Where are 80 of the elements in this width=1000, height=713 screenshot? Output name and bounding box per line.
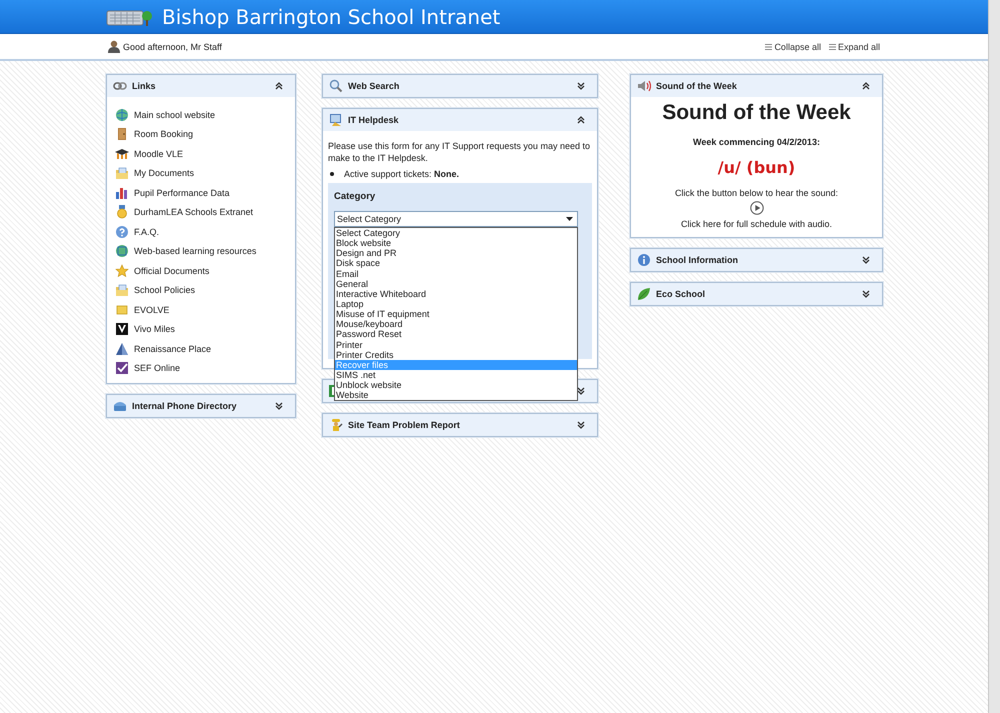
folder-icon xyxy=(115,283,129,298)
lines-icon xyxy=(765,44,772,50)
intro-text: Please use this form for any IT Support requests you may need to make to the IT Helpdesk. xyxy=(328,140,591,164)
chevron-icon[interactable] xyxy=(275,81,283,91)
link[interactable]: F.A.Q. xyxy=(134,226,160,237)
sound-heading: Sound of the Week xyxy=(661,101,852,125)
link[interactable]: Main school website xyxy=(134,110,216,120)
dropdown-option[interactable]: Printer xyxy=(335,340,577,350)
dropdown-option[interactable]: Block website xyxy=(335,238,577,248)
computer-icon xyxy=(329,113,343,127)
dropdown-option[interactable]: Website xyxy=(335,390,577,400)
site-title: Bishop Barrington School Intranet xyxy=(162,4,500,28)
search-icon xyxy=(329,79,343,93)
dropdown-option[interactable]: Interactive Whiteboard xyxy=(335,288,577,299)
dropdown-option[interactable]: Printer Credits xyxy=(335,350,577,360)
dropdown-option[interactable]: Password Reset xyxy=(335,329,577,340)
chevron-icon[interactable] xyxy=(862,255,870,265)
link[interactable]: SEF Online xyxy=(134,363,180,374)
toolbar-link[interactable]: Collapse all xyxy=(765,42,821,52)
link[interactable]: Room Booking xyxy=(134,129,194,140)
chevron-icon[interactable] xyxy=(577,386,585,396)
dropdown-option[interactable]: Email xyxy=(335,268,577,279)
medal-icon xyxy=(115,205,129,220)
dropdown-option[interactable]: Disk space xyxy=(335,258,577,269)
ticket-status: Active support tickets: None. xyxy=(344,169,460,179)
help-icon xyxy=(115,224,129,239)
emblem-icon xyxy=(115,322,129,336)
dropdown-option[interactable]: Unblock website xyxy=(335,380,577,390)
link[interactable]: Web-based learning resources xyxy=(134,246,256,256)
link[interactable]: EVOLVE xyxy=(134,304,170,315)
globe-icon xyxy=(115,108,129,122)
dropdown-option[interactable]: Mouse/keyboard xyxy=(335,319,577,330)
pyramid-icon xyxy=(115,342,129,356)
dropdown-option[interactable]: General xyxy=(335,278,577,289)
instruction-text: Click the button below to hear the sound: xyxy=(674,188,840,198)
avatar-icon xyxy=(108,40,120,53)
caret-icon xyxy=(566,217,573,221)
dropdown-option[interactable]: Misuse of IT equipment xyxy=(335,309,577,320)
folder-icon xyxy=(115,166,129,180)
chevron-icon[interactable] xyxy=(862,289,870,299)
bar-chart-icon xyxy=(115,186,129,200)
greeting-text: Good afternoon, Mr Staff xyxy=(123,42,222,52)
worker-icon xyxy=(329,418,343,432)
chevron-icon[interactable] xyxy=(577,115,585,125)
link[interactable]: My Documents xyxy=(134,168,194,178)
toolbar-link[interactable]: Expand all xyxy=(828,42,880,52)
chain-icon xyxy=(113,79,127,93)
dropdown-option[interactable]: Select Category xyxy=(335,228,577,238)
category-dropdown[interactable]: Select Category xyxy=(334,211,578,227)
link[interactable]: Renaissance Place xyxy=(134,344,212,354)
leaf-icon xyxy=(637,287,651,301)
checkmark-icon xyxy=(115,361,129,376)
speaker-icon xyxy=(637,79,651,93)
chevron-icon[interactable] xyxy=(577,420,585,430)
door-icon xyxy=(115,127,129,142)
link[interactable]: Official Documents xyxy=(134,266,210,276)
dropdown-option[interactable]: Laptop xyxy=(335,298,577,310)
scrollbar-track[interactable] xyxy=(988,0,1000,713)
info-icon xyxy=(637,253,651,267)
schedule-link[interactable]: Click here for full schedule with audio. xyxy=(680,219,832,229)
week-label: Week commencing 04/2/2013: xyxy=(692,137,821,147)
star-icon xyxy=(115,264,129,278)
folder-icon xyxy=(115,302,129,317)
globe-icon xyxy=(115,244,129,258)
play-button[interactable] xyxy=(750,201,764,215)
hat-icon xyxy=(115,146,129,161)
dropdown-option[interactable]: Design and PR xyxy=(335,248,577,258)
dropdown-option[interactable]: SIMS .net xyxy=(335,370,577,380)
chevron-icon[interactable] xyxy=(577,81,585,91)
chevron-icon[interactable] xyxy=(275,401,283,411)
lines-icon xyxy=(828,44,836,50)
bullet-icon xyxy=(330,172,334,176)
link[interactable]: Vivo Miles xyxy=(134,324,175,334)
link[interactable]: School Policies xyxy=(134,285,196,296)
link[interactable]: Pupil Performance Data xyxy=(134,188,230,198)
field-label: Category xyxy=(334,191,376,202)
link[interactable]: Moodle VLE xyxy=(134,148,184,159)
chevron-icon[interactable] xyxy=(862,81,870,91)
phoneme-text: /u/ (bun) xyxy=(716,158,796,177)
link[interactable]: DurhamLEA Schools Extranet xyxy=(134,207,254,218)
